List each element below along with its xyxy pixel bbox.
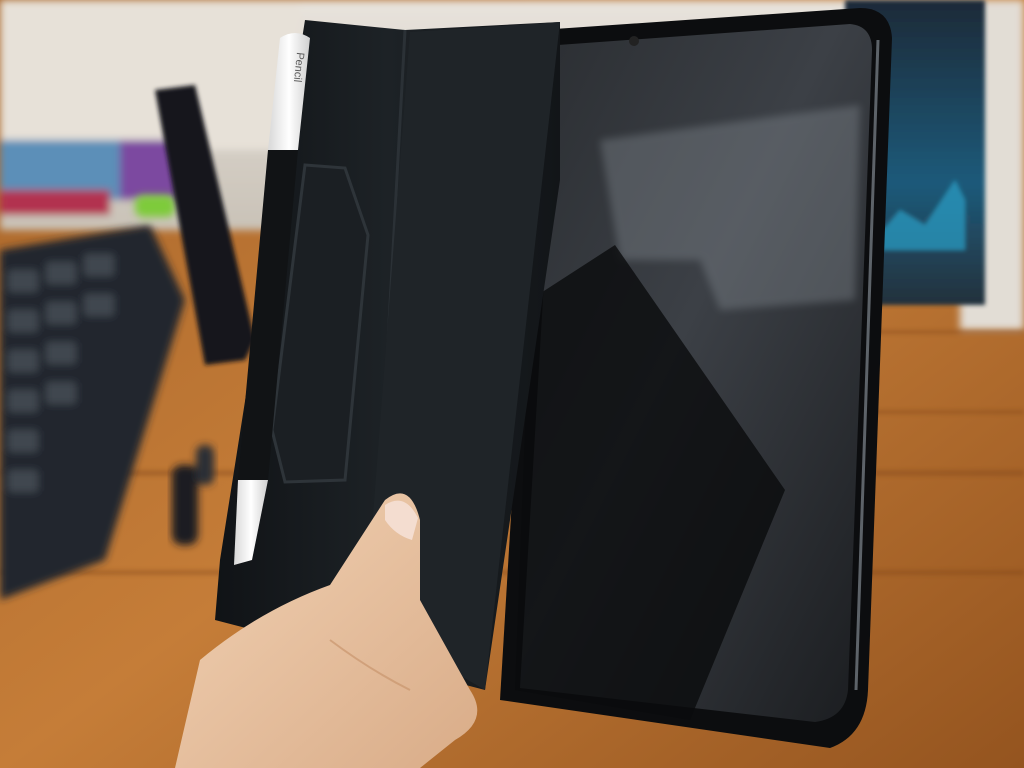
photo-scene: Pencil xyxy=(0,0,1024,768)
front-camera xyxy=(629,36,639,46)
